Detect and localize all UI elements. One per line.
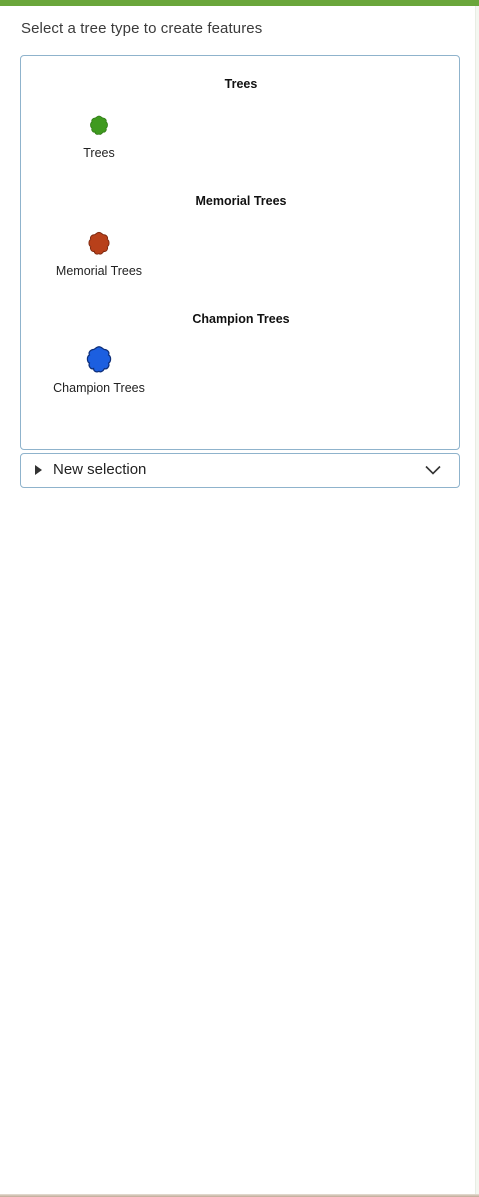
template-label-memorial-trees: Memorial Trees xyxy=(55,264,143,278)
group-title-champion-trees: Champion Trees xyxy=(192,312,290,326)
instruction-text: Select a tree type to create features xyxy=(21,20,263,37)
template-trees[interactable]: Trees xyxy=(40,114,158,172)
tree-symbol-icon xyxy=(84,344,114,374)
triangle-right-icon xyxy=(35,465,42,475)
template-label-trees: Trees xyxy=(83,146,115,160)
template-champion-trees[interactable]: Champion Trees xyxy=(40,344,158,402)
tree-symbol-icon xyxy=(88,114,110,136)
new-selection-dropdown[interactable]: New selection xyxy=(20,453,460,488)
group-title-trees: Trees xyxy=(224,77,258,91)
scrollbar-track[interactable] xyxy=(475,6,479,1194)
chevron-down-icon[interactable] xyxy=(425,465,441,475)
new-selection-label: New selection xyxy=(53,461,147,478)
tree-symbol-icon xyxy=(86,230,112,256)
group-title-memorial-trees: Memorial Trees xyxy=(195,194,287,208)
accent-bar xyxy=(0,0,479,6)
template-label-champion-trees: Champion Trees xyxy=(53,381,145,395)
feature-template-panel: Select a tree type to create features Tr… xyxy=(0,0,479,1197)
template-memorial-trees[interactable]: Memorial Trees xyxy=(40,230,158,288)
template-list: Trees Trees Memorial Trees Memorial Tree… xyxy=(20,55,460,450)
